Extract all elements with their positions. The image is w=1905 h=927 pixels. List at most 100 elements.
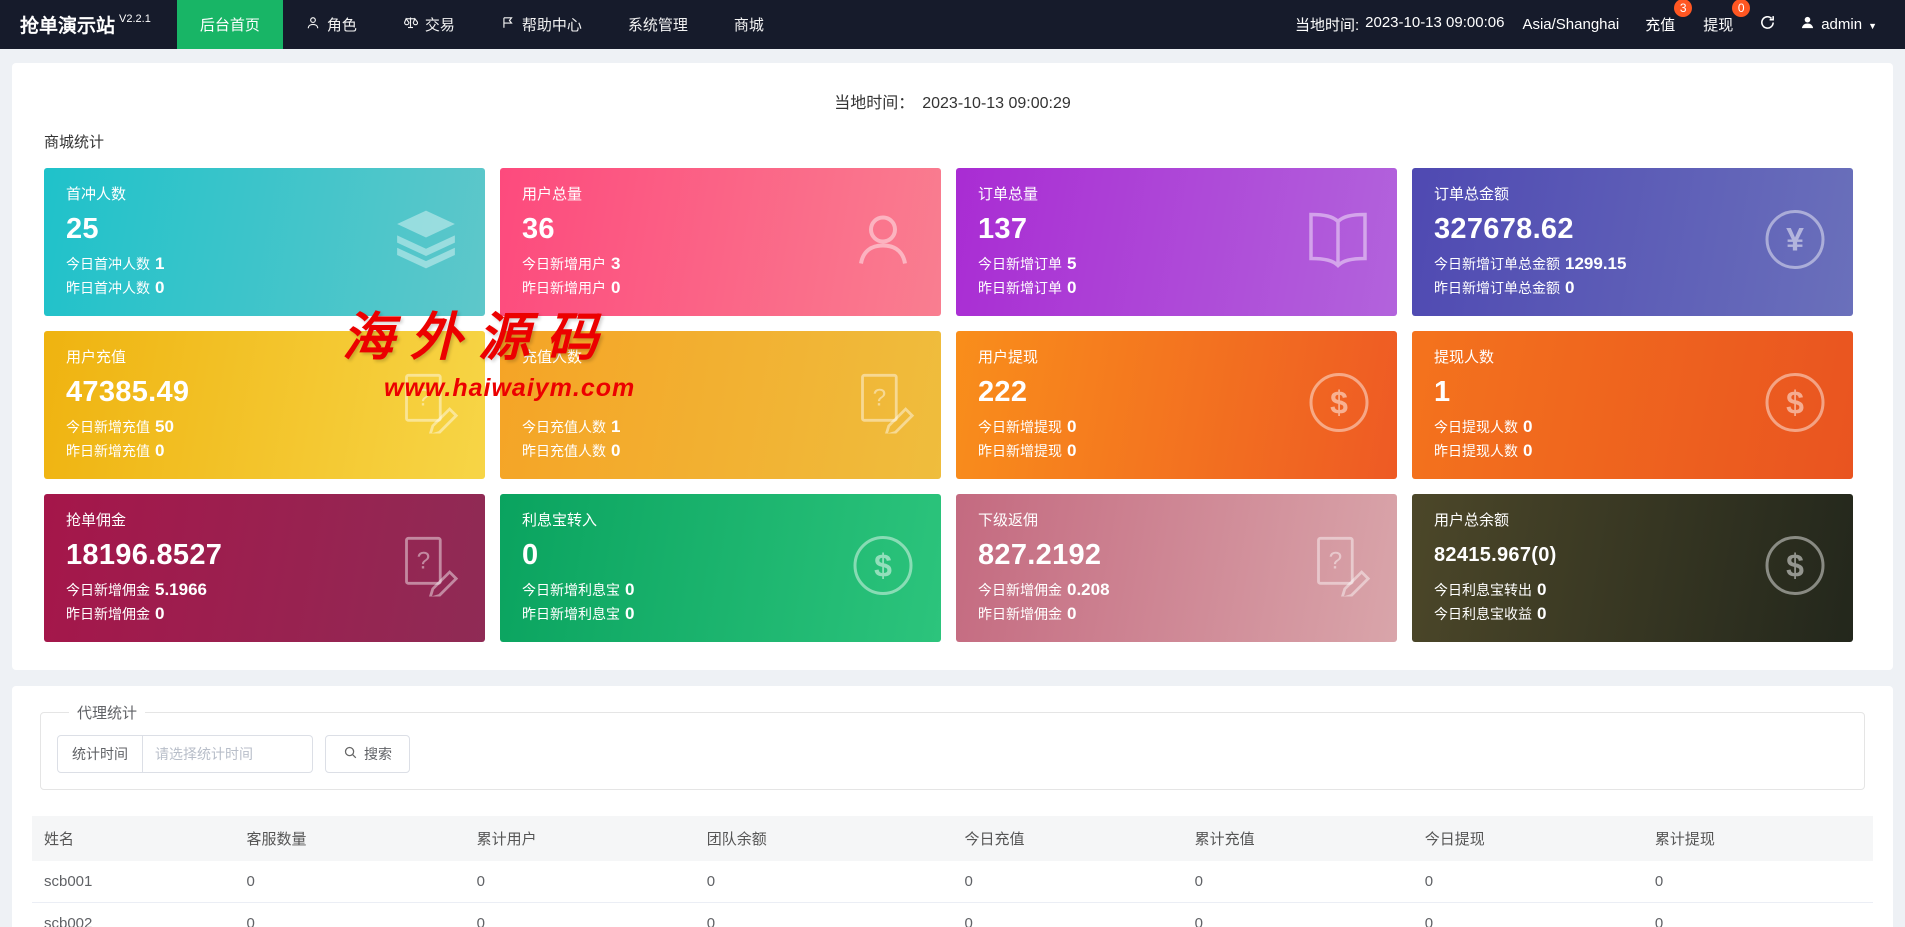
card-recharge-user-count: 充值人数 今日充值人数1 昨日充值人数0 ? bbox=[500, 331, 941, 479]
contract-icon: ? bbox=[1311, 535, 1371, 602]
brand-title: 抢单演示站 bbox=[20, 11, 115, 38]
menu-item-label: 帮助中心 bbox=[522, 14, 582, 35]
admin-label: admin bbox=[1821, 16, 1862, 33]
card-subline-value: 1 bbox=[611, 417, 620, 436]
card-subline-label: 昨日新增提现 bbox=[978, 443, 1062, 459]
svg-text:?: ? bbox=[1329, 547, 1343, 574]
card-subline-label: 今日新增佣金 bbox=[978, 582, 1062, 598]
stats-cards-grid: 首冲人数 25 今日首冲人数1 昨日首冲人数0 用户总量 36 今日新增用户3 … bbox=[12, 168, 1893, 642]
table-cell: 0 bbox=[235, 861, 465, 903]
book-icon bbox=[1305, 211, 1371, 274]
card-title: 提现人数 bbox=[1434, 346, 1831, 367]
card-subline: 今日利息宝收益0 bbox=[1434, 602, 1831, 626]
navbar-right: 当地时间: 2023-10-13 09:00:06 Asia/Shanghai … bbox=[1295, 0, 1905, 49]
menu-item-mall[interactable]: 商城 bbox=[711, 0, 787, 49]
menu-item-roles[interactable]: 角色 bbox=[283, 0, 380, 49]
card-subline-value: 0 bbox=[625, 604, 634, 623]
card-subline-label: 昨日新增订单 bbox=[978, 280, 1062, 296]
svg-text:¥: ¥ bbox=[1786, 222, 1804, 258]
table-header-row: 姓名 客服数量 累计用户 团队余额 今日充值 累计充值 今日提现 累计提现 bbox=[32, 816, 1873, 861]
card-total-users: 用户总量 36 今日新增用户3 昨日新增用户0 bbox=[500, 168, 941, 316]
dollar-icon: $ bbox=[1763, 534, 1827, 603]
card-subline-label: 今日提现人数 bbox=[1434, 419, 1518, 435]
card-title: 用户总余额 bbox=[1434, 509, 1831, 530]
stats-panel: 当地时间：2023-10-13 09:00:29 商城统计 首冲人数 25 今日… bbox=[12, 63, 1893, 670]
menu-item-label: 商城 bbox=[734, 14, 764, 35]
search-button[interactable]: 搜索 bbox=[325, 735, 410, 773]
menu-item-system[interactable]: 系统管理 bbox=[605, 0, 711, 49]
card-subline-value: 0 bbox=[1523, 441, 1532, 460]
card-subline-label: 昨日提现人数 bbox=[1434, 443, 1518, 459]
table-header: 团队余额 bbox=[695, 816, 953, 861]
card-subline-label: 昨日新增订单总金额 bbox=[1434, 280, 1560, 296]
card-subline-value: 1299.15 bbox=[1565, 254, 1626, 273]
card-subline: 昨日新增订单0 bbox=[978, 276, 1375, 300]
menu-item-transactions[interactable]: 交易 bbox=[380, 0, 478, 49]
card-subline: 昨日新增利息宝 0 bbox=[522, 602, 919, 626]
admin-menu[interactable]: admin ▼ bbox=[1800, 15, 1877, 34]
table-header: 累计提现 bbox=[1643, 816, 1873, 861]
card-order-commission: 抢单佣金 18196.8527 今日新增佣金5.1966 昨日新增佣金0 ? bbox=[44, 494, 485, 642]
withdraw-label: 提现 bbox=[1703, 17, 1733, 34]
card-subline-label: 昨日新增利息宝 bbox=[522, 606, 620, 622]
user-icon bbox=[1800, 15, 1815, 34]
card-title: 下级返佣 bbox=[978, 509, 1375, 530]
card-subline-value: 5 bbox=[1067, 254, 1076, 273]
table-cell: 0 bbox=[952, 903, 1182, 927]
person-icon bbox=[306, 16, 320, 34]
refresh-button[interactable] bbox=[1759, 14, 1776, 35]
menu-item-dashboard[interactable]: 后台首页 bbox=[177, 0, 283, 49]
table-header: 今日提现 bbox=[1413, 816, 1643, 861]
dollar-icon: $ bbox=[1763, 371, 1827, 440]
scales-icon bbox=[403, 15, 418, 34]
card-title: 用户总量 bbox=[522, 183, 919, 204]
panel-time-label: 当地时间： bbox=[834, 95, 914, 112]
withdraw-button[interactable]: 提现 0 bbox=[1701, 12, 1735, 37]
brand-version: V2.2.1 bbox=[119, 13, 151, 25]
recharge-badge: 3 bbox=[1674, 0, 1692, 17]
panel-time-value: 2023-10-13 09:00:29 bbox=[922, 95, 1071, 112]
svg-text:?: ? bbox=[873, 384, 887, 411]
card-subline-label: 昨日新增佣金 bbox=[66, 606, 150, 622]
table-row: scb002 0 0 0 0 0 0 0 bbox=[32, 903, 1873, 927]
agent-legend: 代理统计 bbox=[69, 702, 145, 723]
card-subline-value: 0 bbox=[1067, 441, 1076, 460]
table-cell: 0 bbox=[235, 903, 465, 927]
menu-item-help-center[interactable]: 帮助中心 bbox=[478, 0, 605, 49]
menu-item-label: 角色 bbox=[327, 14, 357, 35]
card-subline-label: 昨日新增充值 bbox=[66, 443, 150, 459]
timezone: Asia/Shanghai bbox=[1522, 16, 1619, 33]
dollar-icon: $ bbox=[1307, 371, 1371, 440]
agent-table: 姓名 客服数量 累计用户 团队余额 今日充值 累计充值 今日提现 累计提现 sc… bbox=[32, 816, 1873, 927]
contract-icon: ? bbox=[399, 372, 459, 439]
card-subline-label: 昨日首冲人数 bbox=[66, 280, 150, 296]
card-title: 抢单佣金 bbox=[66, 509, 463, 530]
table-header: 累计用户 bbox=[465, 816, 695, 861]
recharge-label: 充值 bbox=[1645, 17, 1675, 34]
search-button-label: 搜索 bbox=[364, 744, 392, 764]
card-subline: 昨日首冲人数0 bbox=[66, 276, 463, 300]
withdraw-badge: 0 bbox=[1732, 0, 1750, 17]
card-subline: 昨日新增提现 0 bbox=[978, 439, 1375, 463]
card-subline-value: 5.1966 bbox=[155, 580, 207, 599]
menu-item-label: 后台首页 bbox=[200, 14, 260, 35]
card-subline-value: 0.208 bbox=[1067, 580, 1110, 599]
chevron-down-icon: ▼ bbox=[1868, 21, 1877, 31]
recharge-button[interactable]: 充值 3 bbox=[1643, 12, 1677, 37]
stat-time-input[interactable] bbox=[143, 735, 313, 773]
layers-icon bbox=[393, 209, 459, 276]
local-time-label: 当地时间: bbox=[1295, 14, 1359, 35]
table-cell: 0 bbox=[695, 903, 953, 927]
menu-item-label: 交易 bbox=[425, 14, 455, 35]
card-sub-commission: 下级返佣 827.2192 今日新增佣金0.208 昨日新增佣金0 ? bbox=[956, 494, 1397, 642]
table-cell: 0 bbox=[1643, 903, 1873, 927]
card-first-recharge-count: 首冲人数 25 今日首冲人数1 昨日首冲人数0 bbox=[44, 168, 485, 316]
card-subline: 昨日提现人数 0 bbox=[1434, 439, 1831, 463]
card-title: 订单总量 bbox=[978, 183, 1375, 204]
contract-icon: ? bbox=[399, 535, 459, 602]
svg-text:$: $ bbox=[1786, 548, 1804, 584]
svg-text:$: $ bbox=[874, 548, 892, 584]
table-cell: 0 bbox=[1183, 861, 1413, 903]
local-time-value: 2023-10-13 09:00:06 bbox=[1365, 14, 1504, 35]
card-subline-value: 0 bbox=[155, 441, 164, 460]
